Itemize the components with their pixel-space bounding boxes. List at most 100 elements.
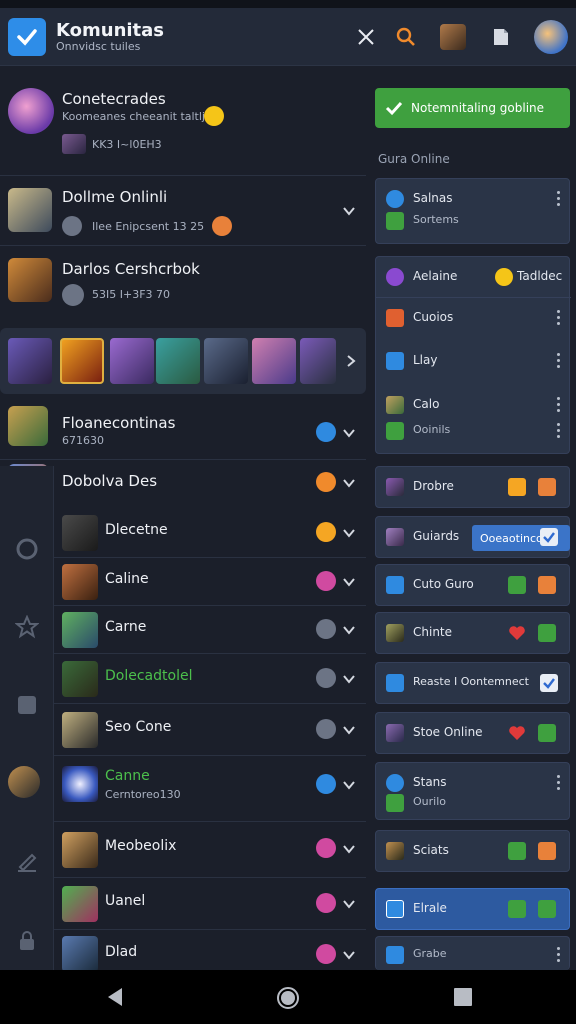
online-card[interactable]: Guiards Ooeaotinco xyxy=(375,516,570,558)
profile-avatar[interactable] xyxy=(534,20,568,54)
card-row[interactable]: Cuoios xyxy=(376,297,571,337)
card-row[interactable]: Reaste I Oontemnect xyxy=(376,663,571,703)
card-row[interactable]: Cuto Guro xyxy=(376,565,571,605)
list-item[interactable]: Caline xyxy=(54,558,366,606)
avatar[interactable] xyxy=(8,766,40,798)
chevron-down-icon[interactable] xyxy=(342,575,356,589)
star-icon[interactable] xyxy=(14,614,40,640)
group-count: 671630 xyxy=(62,434,104,447)
avatar xyxy=(62,766,98,802)
chevron-down-icon[interactable] xyxy=(342,723,356,737)
list-item[interactable]: Uanel xyxy=(54,878,366,930)
document-icon[interactable] xyxy=(486,22,516,52)
card-row[interactable]: Guiards Ooeaotinco xyxy=(376,517,571,557)
chevron-down-icon[interactable] xyxy=(342,426,356,440)
chevron-down-icon[interactable] xyxy=(342,948,356,962)
status-badge xyxy=(316,472,336,492)
online-card[interactable]: Drobre xyxy=(375,466,570,508)
notify-button[interactable]: Notemnitaling gobline xyxy=(375,88,570,128)
game-tile[interactable] xyxy=(60,338,104,384)
games-carousel[interactable] xyxy=(0,328,366,394)
game-tile[interactable] xyxy=(300,338,336,384)
check-icon xyxy=(386,674,404,692)
list-item[interactable]: Dolecadtolel xyxy=(54,654,366,704)
card-row[interactable]: Stoe Online xyxy=(376,713,571,753)
chevron-down-icon[interactable] xyxy=(342,476,356,490)
game-tile[interactable] xyxy=(204,338,248,384)
group-row[interactable]: Dobolva Des xyxy=(0,460,366,508)
checkbox[interactable] xyxy=(540,528,558,546)
online-card[interactable]: Stoe Online xyxy=(375,712,570,754)
online-card[interactable]: Sciats xyxy=(375,830,570,872)
lock-icon[interactable] xyxy=(14,928,40,954)
friend-row[interactable]: Darlos Cershcrbok 53I5 I+3F3 70 xyxy=(0,246,366,326)
back-icon[interactable] xyxy=(104,986,128,1010)
check-icon xyxy=(386,212,404,230)
card-row[interactable]: Ooinils xyxy=(376,411,571,451)
recents-icon[interactable] xyxy=(452,986,476,1010)
online-card[interactable]: Grabe xyxy=(375,936,570,970)
online-card-selected[interactable]: Elrale xyxy=(375,888,570,930)
online-card[interactable]: Cuto Guro xyxy=(375,564,570,606)
emoji-icon xyxy=(204,106,224,126)
chevron-down-icon[interactable] xyxy=(342,897,356,911)
checkbox[interactable] xyxy=(540,674,558,692)
list-item[interactable]: Dlad xyxy=(54,930,366,972)
card-label: Calo xyxy=(413,397,440,411)
card-row[interactable]: Sciats xyxy=(376,831,571,871)
chevron-down-icon[interactable] xyxy=(342,842,356,856)
card-row[interactable]: Aelaine Tadldec xyxy=(376,257,571,297)
card-label: Cuto Guro xyxy=(413,577,474,591)
game-tile[interactable] xyxy=(252,338,296,384)
game-tile[interactable] xyxy=(156,338,200,384)
more-icon[interactable] xyxy=(557,353,561,369)
game-tile[interactable] xyxy=(8,338,52,384)
swirl-icon[interactable] xyxy=(14,536,40,562)
card-row[interactable]: Drobre xyxy=(376,467,571,507)
online-card[interactable]: Salnas Sortems xyxy=(375,178,570,244)
item-name: Dolecadtolel xyxy=(105,668,193,684)
friend-row[interactable]: Conetecrades Koomeanes cheeanit taltljc … xyxy=(0,66,366,176)
status-badge xyxy=(508,842,526,860)
app-title: Komunitas xyxy=(56,20,165,41)
chevron-down-icon[interactable] xyxy=(342,672,356,686)
system-nav-bar xyxy=(0,970,576,1024)
controller-icon[interactable] xyxy=(14,692,40,718)
close-icon[interactable] xyxy=(351,22,381,52)
status-badge xyxy=(508,576,526,594)
avatar xyxy=(62,612,98,648)
card-row[interactable]: Chinte xyxy=(376,613,571,653)
card-row[interactable]: Elrale xyxy=(376,889,571,929)
list-item[interactable]: Carne xyxy=(54,606,366,654)
chevron-right-icon[interactable] xyxy=(344,354,358,368)
game-tile[interactable] xyxy=(110,338,154,384)
chevron-down-icon[interactable] xyxy=(342,623,356,637)
chevron-down-icon[interactable] xyxy=(342,778,356,792)
card-label: Elrale xyxy=(413,901,447,915)
online-card[interactable]: Reaste I Oontemnect xyxy=(375,662,570,704)
list-item[interactable]: Seo Cone xyxy=(54,704,366,756)
card-sub: Ourilo xyxy=(413,795,446,808)
card-row[interactable]: Llay xyxy=(376,341,571,381)
online-panel: Notemnitaling gobline Gura Online Salnas… xyxy=(366,66,576,970)
list-item[interactable]: Meobeolix xyxy=(54,822,366,878)
list-item[interactable]: Canne Cerntoreo130 xyxy=(54,756,366,822)
online-card[interactable]: Chinte xyxy=(375,612,570,654)
item-name: Dlecetne xyxy=(105,522,168,538)
search-icon[interactable] xyxy=(391,22,421,52)
avatar xyxy=(62,712,98,748)
chevron-down-icon[interactable] xyxy=(342,526,356,540)
more-icon[interactable] xyxy=(557,423,561,439)
list-item[interactable]: Dlecetne xyxy=(54,508,366,558)
online-card[interactable]: Stans Ourilo xyxy=(375,762,570,820)
game-thumbnail-icon[interactable] xyxy=(440,24,466,50)
chevron-down-icon[interactable] xyxy=(342,204,356,218)
more-icon[interactable] xyxy=(557,947,561,963)
more-icon[interactable] xyxy=(557,310,561,326)
online-card[interactable]: Aelaine Tadldec Cuoios Llay Calo Ooinils xyxy=(375,256,571,454)
friend-row[interactable]: Dollme Onlinli Ilee Enipcsent 13 25 xyxy=(0,176,366,246)
group-row[interactable]: Floanecontinas 671630 xyxy=(0,402,366,460)
home-icon[interactable] xyxy=(276,986,300,1010)
card-row[interactable]: Grabe xyxy=(376,935,571,975)
edit-icon[interactable] xyxy=(14,850,40,876)
